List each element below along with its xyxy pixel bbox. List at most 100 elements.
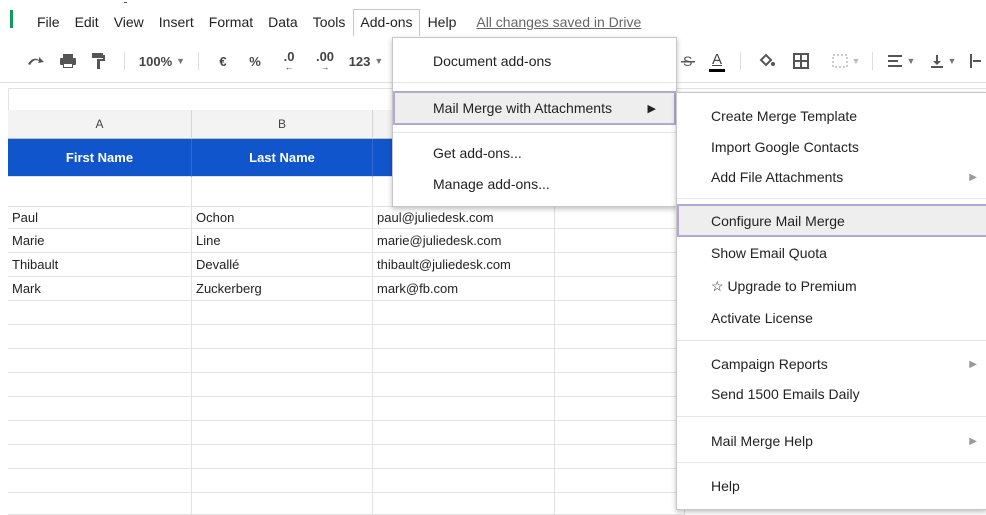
table-cell[interactable] <box>192 445 373 469</box>
table-cell[interactable] <box>192 397 373 421</box>
table-cell[interactable] <box>373 373 555 397</box>
menu-help[interactable]: Help <box>421 10 464 34</box>
table-cell[interactable] <box>8 349 192 373</box>
submenu-item-configure[interactable]: Configure Mail Merge <box>677 204 986 237</box>
table-cell[interactable] <box>8 493 192 515</box>
table-cell[interactable]: Devallé <box>192 253 373 277</box>
sheets-logo[interactable] <box>10 10 13 28</box>
print-icon[interactable] <box>56 48 80 74</box>
submenu-item-add-attachments[interactable]: Add File Attachments ▶ <box>677 162 986 192</box>
menu-item-get-addons[interactable]: Get add-ons... <box>393 138 676 168</box>
table-cell[interactable] <box>373 469 555 493</box>
column-header-b[interactable]: B <box>192 110 373 139</box>
menu-item-document-addons[interactable]: Document add-ons <box>393 46 676 76</box>
table-cell[interactable] <box>555 421 685 445</box>
table-cell[interactable] <box>8 469 192 493</box>
menu-insert[interactable]: Insert <box>152 10 201 34</box>
menu-data[interactable]: Data <box>261 10 305 34</box>
table-cell[interactable] <box>555 493 685 515</box>
table-cell[interactable] <box>8 373 192 397</box>
column-header-a[interactable]: A <box>8 110 192 139</box>
redo-icon[interactable] <box>24 48 48 74</box>
submenu-item-upgrade[interactable]: ☆ Upgrade to Premium <box>677 271 986 301</box>
table-cell[interactable] <box>8 397 192 421</box>
menu-edit[interactable]: Edit <box>68 10 106 34</box>
table-cell[interactable] <box>555 325 685 349</box>
table-cell[interactable] <box>8 445 192 469</box>
horizontal-align-button[interactable]: ▼ <box>884 48 918 74</box>
table-cell[interactable] <box>373 301 555 325</box>
menu-addons[interactable]: Add-ons <box>353 8 420 36</box>
menu-file[interactable]: File <box>30 10 67 34</box>
header-cell-first-name[interactable]: First Name <box>8 139 192 177</box>
text-wrap-icon[interactable] <box>968 48 982 74</box>
menu-item-manage-addons[interactable]: Manage add-ons... <box>393 169 676 199</box>
table-cell[interactable]: Thibault <box>8 253 192 277</box>
submenu-item-activate-license[interactable]: Activate License <box>677 303 986 333</box>
table-cell[interactable] <box>8 177 192 207</box>
currency-format-button[interactable]: € <box>214 48 232 74</box>
table-cell[interactable]: Line <box>192 229 373 253</box>
strikethrough-icon[interactable]: S <box>678 48 698 74</box>
header-cell-last-name[interactable]: Last Name <box>192 139 373 177</box>
submenu-item-send-daily[interactable]: Send 1500 Emails Daily <box>677 379 986 409</box>
table-cell[interactable] <box>555 229 685 253</box>
decrease-decimal-button[interactable]: .0 ← <box>276 48 302 74</box>
table-cell[interactable] <box>192 325 373 349</box>
menu-view[interactable]: View <box>107 10 151 34</box>
table-cell[interactable] <box>192 349 373 373</box>
table-cell[interactable]: marie@juliedesk.com <box>373 229 555 253</box>
table-cell[interactable]: Paul <box>8 207 192 229</box>
table-cell[interactable] <box>192 421 373 445</box>
table-cell[interactable] <box>8 301 192 325</box>
table-cell[interactable] <box>192 469 373 493</box>
table-cell[interactable]: Zuckerberg <box>192 277 373 301</box>
table-cell[interactable] <box>555 349 685 373</box>
percent-format-button[interactable]: % <box>246 48 264 74</box>
submenu-item-help[interactable]: Help <box>677 471 986 501</box>
table-cell[interactable] <box>555 301 685 325</box>
merge-cells-button[interactable]: ▼ <box>826 48 866 74</box>
table-cell[interactable]: Mark <box>8 277 192 301</box>
menu-tools[interactable]: Tools <box>306 10 353 34</box>
table-cell[interactable]: paul@juliedesk.com <box>373 207 555 229</box>
save-status-link[interactable]: All changes saved in Drive <box>476 14 641 30</box>
zoom-select[interactable]: 100% ▼ <box>134 48 190 74</box>
table-cell[interactable] <box>555 397 685 421</box>
table-cell[interactable] <box>373 421 555 445</box>
increase-decimal-button[interactable]: .00 → <box>310 48 340 74</box>
submenu-item-import-contacts[interactable]: Import Google Contacts <box>677 132 986 162</box>
borders-icon[interactable] <box>790 48 812 74</box>
table-cell[interactable] <box>8 421 192 445</box>
vertical-align-button[interactable]: ▼ <box>926 48 960 74</box>
table-cell[interactable]: Ochon <box>192 207 373 229</box>
table-cell[interactable] <box>555 373 685 397</box>
submenu-item-create-template[interactable]: Create Merge Template <box>677 101 986 131</box>
submenu-item-mail-merge-help[interactable]: Mail Merge Help ▶ <box>677 426 986 456</box>
table-cell[interactable]: thibault@juliedesk.com <box>373 253 555 277</box>
submenu-item-campaign-reports[interactable]: Campaign Reports ▶ <box>677 349 986 379</box>
table-cell[interactable] <box>555 469 685 493</box>
menu-format[interactable]: Format <box>202 10 260 34</box>
table-cell[interactable] <box>373 445 555 469</box>
table-cell[interactable] <box>8 325 192 349</box>
table-cell[interactable] <box>555 277 685 301</box>
table-cell[interactable] <box>373 493 555 515</box>
table-cell[interactable] <box>555 253 685 277</box>
table-cell[interactable]: mark@fb.com <box>373 277 555 301</box>
table-cell[interactable] <box>555 207 685 229</box>
paint-format-icon[interactable] <box>86 48 110 74</box>
table-cell[interactable] <box>373 325 555 349</box>
table-cell[interactable] <box>192 493 373 515</box>
submenu-item-show-quota[interactable]: Show Email Quota <box>677 238 986 268</box>
table-cell[interactable]: Marie <box>8 229 192 253</box>
text-color-button[interactable]: A <box>706 48 728 74</box>
table-cell[interactable] <box>192 301 373 325</box>
table-cell[interactable] <box>192 373 373 397</box>
menu-item-mail-merge[interactable]: Mail Merge with Attachments ▶ <box>393 91 676 125</box>
table-cell[interactable] <box>373 397 555 421</box>
table-cell[interactable] <box>555 445 685 469</box>
more-formats-button[interactable]: 123 ▼ <box>346 48 386 74</box>
table-cell[interactable] <box>192 177 373 207</box>
table-cell[interactable] <box>373 349 555 373</box>
